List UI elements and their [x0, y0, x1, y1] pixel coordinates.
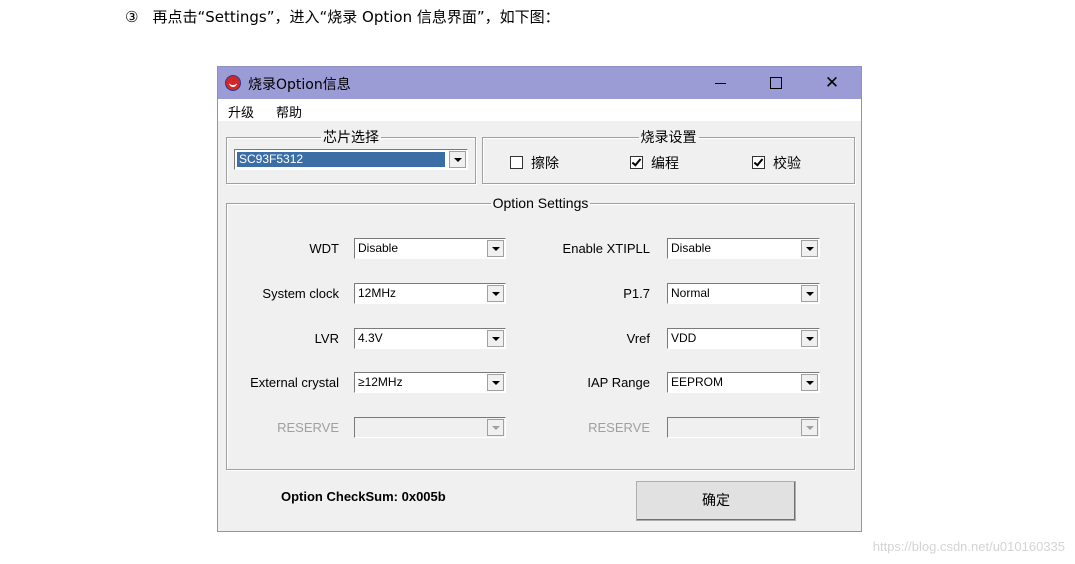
verify-checkbox[interactable]: 校验 [752, 153, 801, 173]
enable-xtipll-value: Disable [671, 241, 712, 255]
erase-label: 擦除 [531, 156, 559, 172]
wdt-label: WDT [309, 241, 339, 256]
chevron-down-icon [801, 419, 818, 436]
external-crystal-label: External crystal [250, 375, 339, 390]
chevron-down-icon[interactable] [487, 285, 504, 302]
minimize-button[interactable] [692, 67, 748, 99]
checkbox-box[interactable] [752, 155, 765, 169]
menu-bar: 升级 帮助 [218, 99, 861, 121]
step-number: ③ [125, 8, 139, 26]
iap-range-value: EEPROM [671, 375, 724, 389]
system-clock-value: 12MHz [358, 286, 397, 300]
chevron-down-icon[interactable] [801, 330, 818, 347]
p17-label: P1.7 [623, 286, 650, 301]
reserve-right-label: RESERVE [588, 420, 650, 435]
chip-select-legend: 芯片选择 [323, 130, 379, 146]
close-button[interactable]: ✕ [804, 67, 860, 99]
reserve-right-dropdown [667, 417, 820, 438]
title-bar[interactable]: 烧录Option信息 ✕ [218, 67, 861, 99]
chevron-down-icon[interactable] [801, 285, 818, 302]
chevron-down-icon[interactable] [487, 330, 504, 347]
maximize-button[interactable] [748, 67, 804, 99]
erase-checkbox[interactable]: 擦除 [510, 153, 559, 173]
enable-xtipll-dropdown[interactable]: Disable [667, 238, 820, 259]
instruction-caption: ③ 再点击“Settings”，进入“烧录 Option 信息界面”，如下图： [125, 6, 560, 27]
app-logo-icon [225, 75, 241, 91]
wdt-dropdown[interactable]: Disable [354, 238, 506, 259]
option-checksum: Option CheckSum: 0x005b [281, 489, 446, 504]
chip-select-value: SC93F5312 [237, 152, 445, 167]
chevron-down-icon[interactable] [449, 151, 466, 168]
system-clock-dropdown[interactable]: 12MHz [354, 283, 506, 304]
verify-label: 校验 [773, 156, 801, 172]
minimize-icon [714, 82, 726, 84]
close-icon: ✕ [824, 73, 840, 93]
menu-help[interactable]: 帮助 [276, 102, 302, 121]
wdt-value: Disable [358, 241, 399, 255]
enable-xtipll-label: Enable XTIPLL [562, 241, 650, 256]
window-title: 烧录Option信息 [248, 77, 351, 93]
reserve-left-label: RESERVE [277, 420, 339, 435]
chevron-down-icon[interactable] [487, 240, 504, 257]
vref-dropdown[interactable]: VDD [667, 328, 820, 349]
checkbox-box[interactable] [630, 155, 643, 169]
program-label: 编程 [651, 156, 679, 172]
p17-value: Normal [671, 286, 710, 300]
iap-range-dropdown[interactable]: EEPROM [667, 372, 820, 393]
lvr-value: 4.3V [358, 331, 383, 345]
reserve-left-dropdown [354, 417, 506, 438]
caption-text: 再点击“Settings”，进入“烧录 Option 信息界面”，如下图： [152, 8, 560, 26]
lvr-label: LVR [314, 331, 339, 346]
iap-range-label: IAP Range [587, 375, 650, 390]
watermark: https://blog.csdn.net/u010160335 [872, 539, 1065, 554]
checkbox-box[interactable] [510, 155, 523, 169]
external-crystal-dropdown[interactable]: ≥12MHz [354, 372, 506, 393]
maximize-icon [770, 77, 782, 89]
chevron-down-icon[interactable] [801, 240, 818, 257]
lvr-dropdown[interactable]: 4.3V [354, 328, 506, 349]
chip-select-dropdown[interactable]: SC93F5312 [234, 149, 468, 170]
program-checkbox[interactable]: 编程 [630, 153, 679, 173]
menu-upgrade[interactable]: 升级 [228, 102, 254, 121]
external-crystal-value: ≥12MHz [358, 375, 403, 389]
p17-dropdown[interactable]: Normal [667, 283, 820, 304]
chevron-down-icon [487, 419, 504, 436]
option-info-window: 烧录Option信息 ✕ 升级 帮助 芯片选择 SC93F5312 烧录设置 擦… [217, 66, 862, 532]
chevron-down-icon[interactable] [801, 374, 818, 391]
vref-label: Vref [626, 331, 650, 346]
ok-button[interactable]: 确定 [636, 481, 796, 521]
vref-value: VDD [671, 331, 697, 345]
burn-settings-legend: 烧录设置 [640, 130, 697, 146]
system-clock-label: System clock [262, 286, 339, 301]
chevron-down-icon[interactable] [487, 374, 504, 391]
option-settings-legend: Option Settings [492, 195, 589, 211]
